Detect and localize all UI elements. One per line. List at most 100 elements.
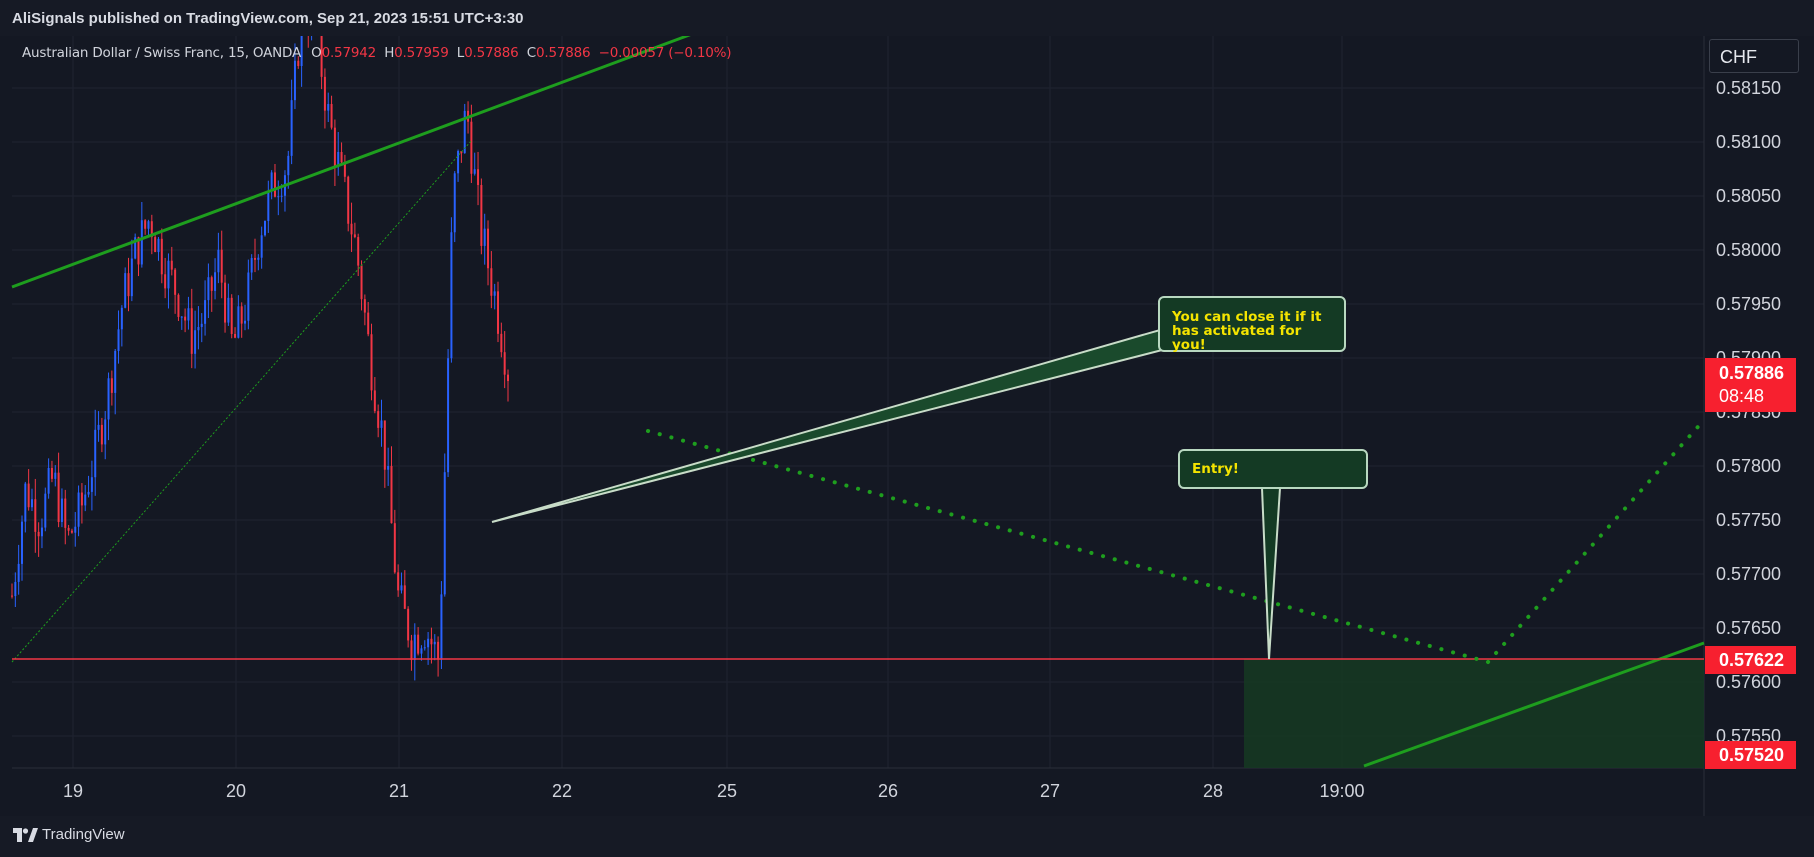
candle-body <box>70 530 73 533</box>
candle-body <box>413 634 416 661</box>
time-tick-label: 22 <box>552 781 572 801</box>
currency-selector[interactable]: CHF <box>1709 39 1799 73</box>
candle-body <box>77 492 80 527</box>
candle-body <box>107 378 110 420</box>
price-tick-label: 0.57950 <box>1716 294 1781 314</box>
candle-body <box>480 185 483 246</box>
candle-body <box>230 297 233 334</box>
candle-body <box>144 220 147 229</box>
candle-body <box>240 306 243 324</box>
last-price-tag: 0.57886 08:48 <box>1705 358 1796 412</box>
price-tick-label: 0.58150 <box>1716 78 1781 98</box>
candle-body <box>363 299 366 313</box>
footer-bar: TradingView <box>0 816 1814 857</box>
entry-note-callout[interactable]: Entry! <box>1178 449 1368 489</box>
price-tick-label: 0.58100 <box>1716 132 1781 152</box>
candle-body <box>120 307 123 330</box>
time-tick-label: 20 <box>226 781 246 801</box>
low-value: 0.57886 <box>464 45 519 61</box>
time-tick-label: 26 <box>878 781 898 801</box>
close-value: 0.57886 <box>535 45 591 61</box>
candle-body <box>17 563 20 582</box>
candle-body <box>333 127 336 167</box>
candle-body <box>503 352 506 375</box>
candle-body <box>170 260 173 270</box>
chart-canvas[interactable]: 0.58150 0.58100 0.58050 0.58000 0.57950 0.579… <box>0 0 1814 857</box>
candle-body <box>383 420 386 470</box>
close-note-callout[interactable]: You can close it if it has activated for… <box>1158 296 1346 352</box>
time-tick-label: 19 <box>63 781 83 801</box>
candle-body <box>244 320 247 324</box>
candle-body <box>390 466 393 524</box>
candle-body <box>507 374 509 382</box>
tradingview-logo[interactable]: TradingView <box>12 826 125 843</box>
close-label: C <box>526 45 536 61</box>
candle-body <box>67 527 70 531</box>
candle-body <box>273 172 276 197</box>
time-tick-label: 21 <box>389 781 409 801</box>
ohlc-legend: Australian Dollar / Swiss Franc, 15, OAN… <box>22 45 732 61</box>
candle-body <box>497 291 500 334</box>
entry-note-text: Entry! <box>1192 461 1239 477</box>
candle-body <box>373 390 376 412</box>
candle-body <box>47 467 50 494</box>
candle-body <box>114 350 117 393</box>
candle-body <box>187 308 190 321</box>
candle-body <box>360 265 363 300</box>
candle-body <box>147 221 150 229</box>
candle-body <box>127 273 130 297</box>
candle-body <box>380 420 383 428</box>
time-tick-label: 27 <box>1040 781 1060 801</box>
candle-body <box>217 249 220 273</box>
candle-body <box>197 326 200 331</box>
candle-body <box>210 277 213 291</box>
low-label: L <box>456 45 465 61</box>
candle-body <box>204 300 207 324</box>
candle-body <box>164 274 167 289</box>
candle-body <box>177 294 180 317</box>
candle-body <box>104 419 107 445</box>
symbol-title[interactable]: Australian Dollar / Swiss Franc, 15, OAN… <box>22 45 301 61</box>
candle-body <box>290 100 293 156</box>
price-tick-label: 0.57650 <box>1716 618 1781 638</box>
candle-body <box>27 483 30 508</box>
candle-body <box>487 228 490 269</box>
candle-body <box>234 333 237 338</box>
candle-body <box>50 467 53 479</box>
open-label: O <box>311 45 322 61</box>
candle-body <box>254 258 257 260</box>
candle-body <box>14 581 17 597</box>
candle-body <box>403 585 406 609</box>
candle-body <box>450 232 453 359</box>
candle-body <box>327 104 330 111</box>
time-tick-label: 28 <box>1203 781 1223 801</box>
candle-body <box>297 60 300 67</box>
candle-body <box>493 291 496 296</box>
candle-body <box>54 472 57 479</box>
candle-body <box>353 234 356 238</box>
stop-price-tag: 0.57520 <box>1705 741 1796 769</box>
close-note-text: You can close it if it has activated for… <box>1172 309 1322 353</box>
candle-body <box>40 527 43 537</box>
candle-body <box>60 498 63 523</box>
candle-body <box>477 169 480 186</box>
target-zone <box>1244 659 1704 768</box>
candle-body <box>200 323 203 327</box>
candle-body <box>124 273 127 308</box>
candle-body <box>447 358 450 473</box>
candle-body <box>87 491 90 495</box>
projection-path <box>646 418 1706 665</box>
candle-body <box>30 499 33 508</box>
candle-body <box>250 258 253 273</box>
high-value: 0.57959 <box>394 45 449 61</box>
price-tick-label: 0.58050 <box>1716 186 1781 206</box>
candle-body <box>34 499 37 532</box>
candle-body <box>490 268 493 296</box>
price-tick-label: 0.57700 <box>1716 564 1781 584</box>
tradingview-icon <box>13 827 38 842</box>
candle-body <box>224 282 227 323</box>
candle-body <box>440 594 443 660</box>
candle-body <box>470 121 473 174</box>
candle-body <box>24 483 27 522</box>
candle-body <box>227 297 230 323</box>
